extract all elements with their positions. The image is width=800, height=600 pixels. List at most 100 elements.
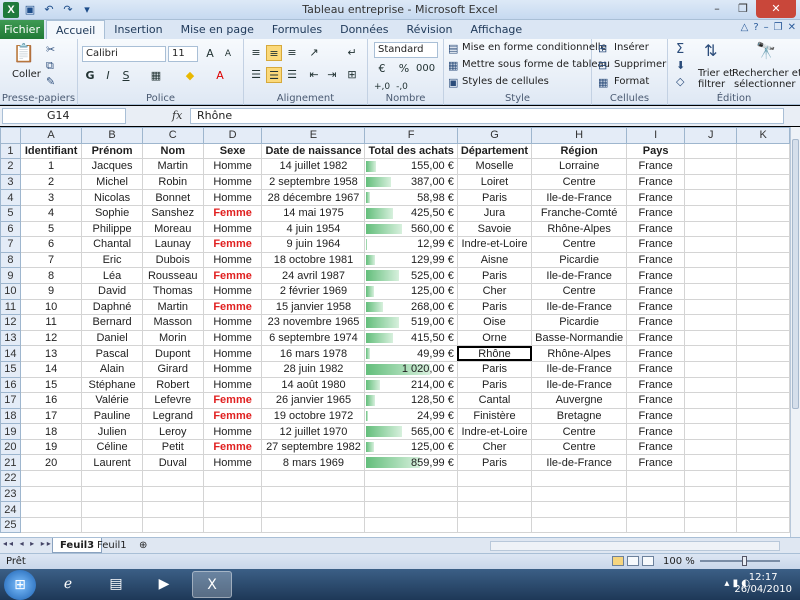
cell[interactable]: Paris xyxy=(456,454,533,472)
cell[interactable] xyxy=(81,470,143,487)
cell[interactable] xyxy=(736,423,790,440)
cell[interactable] xyxy=(202,485,263,503)
fill-color-icon[interactable]: ◆ xyxy=(182,68,198,84)
cell[interactable]: Paris xyxy=(456,298,533,316)
font-color-icon[interactable]: A xyxy=(212,68,228,84)
cell[interactable] xyxy=(261,485,366,503)
align-right-icon[interactable]: ☰ xyxy=(284,67,300,83)
cell[interactable]: 214,00 € xyxy=(364,376,458,394)
cell[interactable] xyxy=(141,516,204,534)
cell[interactable] xyxy=(456,485,533,503)
cell[interactable] xyxy=(626,501,686,518)
cell[interactable]: Jacques xyxy=(81,158,143,175)
cell[interactable] xyxy=(736,298,790,316)
cell[interactable]: Robin xyxy=(141,173,204,191)
cell[interactable]: France xyxy=(626,204,686,222)
ie-taskbar-icon[interactable]: ℯ xyxy=(48,571,88,598)
format-as-table-button[interactable]: Mettre sous forme de tableau xyxy=(462,59,610,70)
row-header[interactable]: 14 xyxy=(0,345,21,362)
increase-indent-icon[interactable]: ⇥ xyxy=(324,67,340,83)
cell[interactable]: 125,00 € xyxy=(364,438,458,456)
tab-mise-en-page[interactable]: Mise en page xyxy=(172,20,263,39)
cell[interactable] xyxy=(736,360,790,378)
cell[interactable]: Chantal xyxy=(81,236,143,253)
cell[interactable] xyxy=(19,470,83,487)
cell[interactable]: Ile-de-France xyxy=(531,267,628,284)
cell[interactable]: Cher xyxy=(456,438,533,456)
cell[interactable]: 15 janvier 1958 xyxy=(261,298,366,316)
cell[interactable]: France xyxy=(626,220,686,238)
column-header[interactable]: E xyxy=(261,127,366,144)
cell[interactable]: 7 xyxy=(19,251,83,269)
cell[interactable]: 16 xyxy=(19,392,83,409)
cell[interactable]: 560,00 € xyxy=(364,220,458,238)
sort-filter-button-line2[interactable]: filtrer xyxy=(698,79,725,90)
cell[interactable] xyxy=(626,470,686,487)
cell[interactable] xyxy=(736,516,790,534)
cell[interactable]: 24 avril 1987 xyxy=(261,267,366,284)
zoom-slider-knob[interactable] xyxy=(742,556,747,566)
cell[interactable]: Savoie xyxy=(456,220,533,238)
cell[interactable]: Centre xyxy=(531,236,628,253)
row-header[interactable]: 12 xyxy=(0,314,21,331)
find-select-button[interactable]: Rechercher et xyxy=(732,68,800,79)
cell[interactable] xyxy=(684,392,738,409)
cell[interactable]: 18 xyxy=(19,423,83,440)
cell[interactable]: Sophie xyxy=(81,204,143,222)
cell[interactable] xyxy=(736,392,790,409)
cell[interactable] xyxy=(531,470,628,487)
cell[interactable]: Thomas xyxy=(141,282,204,300)
row-header[interactable]: 18 xyxy=(0,407,21,425)
cell[interactable] xyxy=(736,236,790,253)
excel-taskbar-icon[interactable]: X xyxy=(192,571,232,598)
page-layout-view-icon[interactable] xyxy=(627,556,639,566)
cell[interactable] xyxy=(684,485,738,503)
cell[interactable] xyxy=(736,220,790,238)
column-header[interactable]: C xyxy=(141,127,204,144)
cell[interactable]: 1 020,00 € xyxy=(364,360,458,378)
cell[interactable]: 4 juin 1954 xyxy=(261,220,366,238)
cell[interactable]: Dubois xyxy=(141,251,204,269)
cell[interactable]: 128,50 € xyxy=(364,392,458,409)
cell[interactable]: Ile-de-France xyxy=(531,360,628,378)
maximize-button[interactable]: ❐ xyxy=(730,0,756,18)
cell[interactable] xyxy=(736,173,790,191)
align-bottom-icon[interactable]: ≡ xyxy=(284,45,300,61)
row-header[interactable]: 20 xyxy=(0,438,21,456)
cell[interactable]: Région xyxy=(531,142,628,160)
cell[interactable]: France xyxy=(626,314,686,331)
row-header[interactable]: 8 xyxy=(0,251,21,269)
cell[interactable]: Homme xyxy=(202,360,263,378)
paste-button[interactable]: Coller xyxy=(12,69,41,80)
cell[interactable]: 19 xyxy=(19,438,83,456)
cell[interactable] xyxy=(364,501,458,518)
underline-button[interactable]: S xyxy=(118,68,134,84)
select-all-corner[interactable] xyxy=(0,127,21,144)
shrink-font-icon[interactable]: A xyxy=(220,46,236,62)
vertical-scroll-thumb[interactable] xyxy=(792,139,799,409)
cell[interactable]: Picardie xyxy=(531,314,628,331)
normal-view-icon[interactable] xyxy=(612,556,624,566)
cell[interactable] xyxy=(626,516,686,534)
cell[interactable]: 14 xyxy=(19,360,83,378)
cell[interactable] xyxy=(456,516,533,534)
format-painter-icon[interactable]: ✎ xyxy=(46,75,55,88)
cell[interactable] xyxy=(736,158,790,175)
cell[interactable]: Pascal xyxy=(81,345,143,362)
cell[interactable]: France xyxy=(626,360,686,378)
cell[interactable] xyxy=(456,470,533,487)
cell[interactable]: Girard xyxy=(141,360,204,378)
cell[interactable]: Bretagne xyxy=(531,407,628,425)
cell[interactable]: France xyxy=(626,329,686,347)
cell[interactable]: Femme xyxy=(202,204,263,222)
cell[interactable]: Cher xyxy=(456,282,533,300)
cell[interactable]: 9 juin 1964 xyxy=(261,236,366,253)
cell[interactable]: Département xyxy=(456,142,533,160)
cell[interactable] xyxy=(684,251,738,269)
cell[interactable]: David xyxy=(81,282,143,300)
cell[interactable]: 14 juillet 1982 xyxy=(261,158,366,175)
cell[interactable]: 3 xyxy=(19,189,83,206)
row-header[interactable]: 7 xyxy=(0,236,21,253)
cell[interactable] xyxy=(684,407,738,425)
cell[interactable] xyxy=(531,516,628,534)
